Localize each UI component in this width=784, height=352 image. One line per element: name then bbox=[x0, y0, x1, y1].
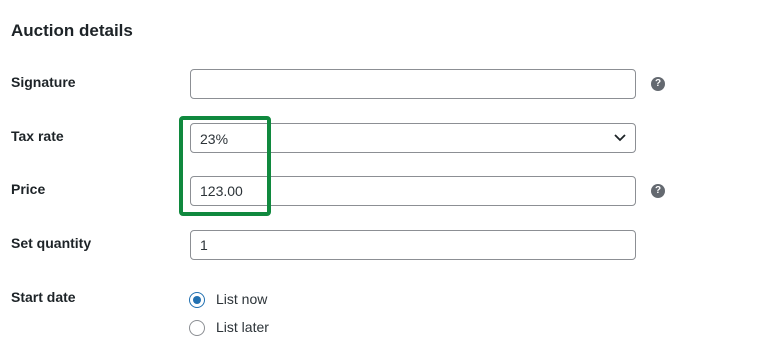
list-now-radio[interactable] bbox=[189, 292, 205, 308]
section-title: Auction details bbox=[11, 21, 133, 40]
tax-rate-value: 23% bbox=[200, 131, 229, 147]
price-input[interactable] bbox=[190, 176, 636, 206]
quantity-input[interactable] bbox=[190, 230, 636, 260]
signature-label: Signature bbox=[11, 74, 76, 90]
tax-rate-select[interactable]: 23% bbox=[190, 123, 636, 153]
start-date-label: Start date bbox=[11, 289, 76, 305]
signature-input[interactable] bbox=[190, 69, 636, 99]
chevron-down-icon bbox=[614, 134, 626, 142]
quantity-label: Set quantity bbox=[11, 235, 92, 251]
list-later-radio[interactable] bbox=[189, 320, 205, 336]
question-mark-icon[interactable]: ? bbox=[651, 184, 665, 198]
list-now-label: List now bbox=[216, 291, 268, 307]
tax-rate-label: Tax rate bbox=[11, 128, 64, 144]
question-mark-icon[interactable]: ? bbox=[651, 77, 665, 91]
price-label: Price bbox=[11, 181, 46, 197]
list-later-label: List later bbox=[216, 319, 269, 335]
